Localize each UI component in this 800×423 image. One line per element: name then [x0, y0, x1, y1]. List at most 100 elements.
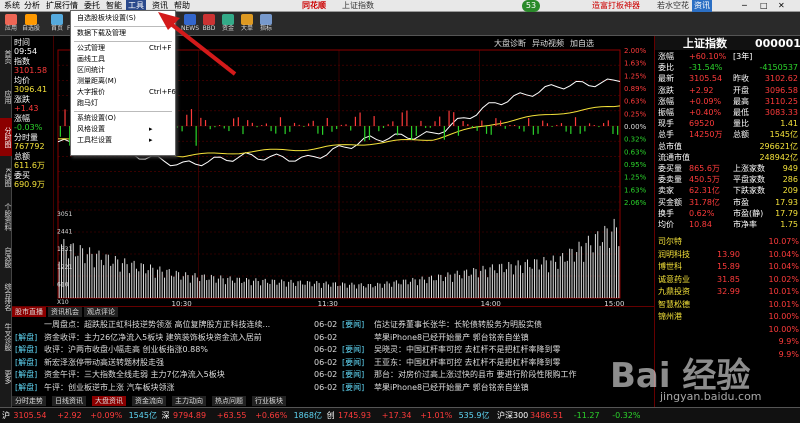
bottom-tab-1[interactable]: 日线资讯 — [52, 396, 86, 406]
dropdown-item-8[interactable]: 系统设置(O) — [77, 114, 175, 123]
axis-tick-right: 1.63% — [624, 186, 647, 194]
quote-key: 委买量 — [658, 164, 682, 173]
dropdown-item-9[interactable]: 风格设置 ▸ — [77, 125, 175, 134]
menu-separator — [74, 111, 172, 112]
news-tag: [解盘] — [15, 370, 38, 379]
news-headline[interactable]: 新宏泽涨停带动高送转题材股走强 — [44, 357, 164, 368]
news-row[interactable]: [解盘] 午评：创业板逆市上涨 汽车板块领涨 06-02 [要闻] 苹果iPhone8已… — [12, 382, 654, 394]
left-tab-5[interactable]: 自选股 — [0, 238, 12, 276]
axis-tick-right: 0.32% — [624, 136, 647, 144]
brand-logo: 同花顺 — [302, 1, 326, 10]
left-tab-8[interactable]: 更多 — [0, 358, 12, 396]
toolbar-label: 大单 — [240, 25, 253, 32]
gainer-row[interactable]: 司尔特 10.07% — [655, 236, 800, 248]
news-tab-0[interactable]: 股市直播 — [12, 307, 46, 317]
left-tab-7[interactable]: 牛叉诊股 — [0, 318, 12, 356]
bottom-tab-6[interactable]: 行业板块 — [252, 396, 286, 406]
gainer-row[interactable]: 智慧松德 10.01% — [655, 299, 800, 311]
dropdown-item-label: 风格设置 — [77, 125, 105, 133]
user-name[interactable]: 若水空花 — [655, 0, 691, 12]
dropdown-item-6[interactable]: 大字报价 Ctrl+F6 — [77, 88, 176, 97]
status-bar: 沪 3105.54 +2.92 +0.09% 1545亿深 9794.89 +63.55 +0… — [0, 407, 800, 423]
news-row[interactable]: [解盘] 资金午评：三大指数全线走弱 主力7亿净流入5板块 06-02 [要闻] 那台：… — [12, 369, 654, 381]
news-tab-2[interactable]: 观点评论 — [84, 307, 118, 317]
news-row[interactable]: [解盘] 收评：沪两市收盘小幅走高 创业板指涨0.88% 06-02 [要闻] 吴晓灵：… — [12, 344, 654, 356]
left-tab-0[interactable]: 首页 — [0, 38, 12, 76]
notification-badge[interactable]: 53 — [522, 0, 540, 12]
status-item: +1.01% — [420, 411, 453, 420]
gainer-row[interactable]: 10.00% — [655, 324, 800, 336]
news-headline2[interactable]: 那台：对房价过高上涨过快的县市 要进行阶段性限购工作 — [374, 369, 577, 380]
news-tag2: [要闻] — [342, 357, 365, 367]
toolbar-button-2[interactable]: 首页 — [48, 14, 66, 34]
toolbar-label: 应用 — [4, 25, 17, 32]
news-tag2: [要闻] — [342, 320, 365, 329]
toolbar-button-13[interactable]: 指标 — [257, 14, 275, 34]
gainer-row[interactable]: 锦州港 10.00% — [655, 311, 800, 323]
toolbar-button-12[interactable]: 大单 — [238, 14, 256, 34]
quote-value2: 17.93 — [775, 197, 798, 207]
gainer-row[interactable]: 诚意药业 31.85 10.02% — [655, 274, 800, 286]
news-headline[interactable]: 资金午评：三大指数全线走弱 主力7亿净流入5板块 — [44, 369, 225, 380]
status-item: 3105.54 — [13, 411, 47, 420]
status-item: -0.32% — [612, 411, 641, 420]
dropdown-item-label: 数据下载及管理 — [77, 29, 126, 37]
bottom-tab-5[interactable]: 热点问题 — [212, 396, 246, 406]
chart-tab-2[interactable]: 加自选 — [570, 38, 594, 48]
toolbar-button-0[interactable]: 应用 — [2, 14, 20, 34]
toolbar-icon — [260, 14, 272, 25]
dropdown-item-5[interactable]: 测量距离(M) — [77, 77, 175, 86]
quote-value: 69520 — [689, 119, 715, 129]
dropdown-item-10[interactable]: 工具栏设置 ▸ — [77, 136, 175, 145]
news-tag: [解盘] — [15, 357, 38, 367]
left-tab-4[interactable]: 个股资料 — [0, 198, 12, 236]
price-label: 指数 — [14, 57, 30, 66]
news-headline2[interactable]: 苹果iPhone8已经开始量产 郭台铭亲自坐镇 — [374, 382, 529, 393]
left-tab-6[interactable]: 综合排名 — [0, 278, 12, 316]
news-headline[interactable]: 收评：沪两市收盘小幅走高 创业板指涨0.88% — [44, 344, 208, 355]
toolbar-button-1[interactable]: 自选股 — [22, 14, 40, 34]
news-headline[interactable]: 午评：创业板逆市上涨 汽车板块领涨 — [44, 382, 175, 393]
gainer-name: 司尔特 — [658, 237, 682, 246]
price-value: 3101.58 — [14, 66, 48, 75]
chart-tab-0[interactable]: 大盘诊断 — [494, 38, 526, 48]
feedback-button[interactable]: 资讯 — [692, 0, 712, 12]
gainer-change: 10.00% — [768, 324, 799, 334]
minimize-icon[interactable]: ─ — [740, 0, 749, 12]
quote-key2: 市盈(静) — [733, 208, 764, 218]
close-icon[interactable]: ✕ — [776, 0, 787, 12]
gainer-price: 15.89 — [717, 262, 740, 271]
news-headline2[interactable]: 吴晓灵：中国杠杆率可控 去杠杆不是把杠杆率降到零 — [374, 344, 561, 355]
gainer-row[interactable]: 润明科技 13.90 10.04% — [655, 249, 800, 261]
quote-value2: 1.75 — [780, 220, 798, 229]
bottom-tab-3[interactable]: 资金流向 — [132, 396, 166, 406]
gainer-row[interactable]: 博世科 15.89 10.04% — [655, 261, 800, 273]
news-row[interactable]: 一周盘点：超跌股正虹科技逆势领涨 高位复牌股方正科技连续... 06-02 [要闻]… — [12, 319, 654, 331]
dropdown-item-label: 系统设置(O) — [77, 114, 116, 122]
bottom-tab-0[interactable]: 分时走势 — [12, 396, 46, 406]
news-tag2: [要闻] — [342, 345, 365, 354]
news-headline2[interactable]: 王亚东：中国杠杆率可控 去杠杆不是把杠杆率降到零 — [374, 357, 561, 368]
quote-value2: 248942亿 — [759, 152, 798, 162]
news-headline2[interactable]: 信达证券董事长张华：长轮债转股务为明股实债 — [374, 319, 542, 330]
axis-tick-right: 1.63% — [624, 60, 647, 68]
dropdown-item-7[interactable]: 跑马灯 — [77, 99, 175, 108]
bottom-tab-2[interactable]: 大盘资讯 — [92, 396, 126, 406]
chart-tab-1[interactable]: 异动视频 — [532, 38, 564, 48]
maximize-icon[interactable]: □ — [758, 0, 770, 12]
promo-link[interactable]: 造富打板神器 — [590, 0, 642, 12]
menu-system[interactable]: 系统 — [2, 0, 22, 12]
news-row[interactable]: [解盘] 资金收评：主力26亿净流入5板块 建筑装饰板块资金流入居前 06-02 苹果… — [12, 332, 654, 344]
left-tab-1[interactable]: 应用 — [0, 78, 12, 116]
menu-analysis[interactable]: 分析 — [22, 0, 42, 12]
left-tab-3[interactable]: K线图 — [0, 158, 12, 196]
news-tab-1[interactable]: 资讯机会 — [48, 307, 82, 317]
news-headline[interactable]: 一周盘点：超跌股正虹科技逆势领涨 高位复牌股方正科技连续... — [44, 319, 270, 330]
news-row[interactable]: [解盘] 新宏泽涨停带动高送转题材股走强 06-02 [要闻] 王亚东：中国杠杆率可控 … — [12, 357, 654, 369]
change-label: 涨跌 — [14, 95, 30, 104]
bottom-tab-4[interactable]: 主力动向 — [172, 396, 206, 406]
news-headline2[interactable]: 苹果iPhone8已经开始量产 郭台铭亲自坐镇 — [374, 332, 529, 343]
gainer-row[interactable]: 九鼎投资 32.99 10.01% — [655, 286, 800, 298]
left-tab-2[interactable]: 分时图 — [0, 118, 12, 156]
news-headline[interactable]: 资金收评：主力26亿净流入5板块 建筑装饰板块资金流入居前 — [44, 332, 262, 343]
